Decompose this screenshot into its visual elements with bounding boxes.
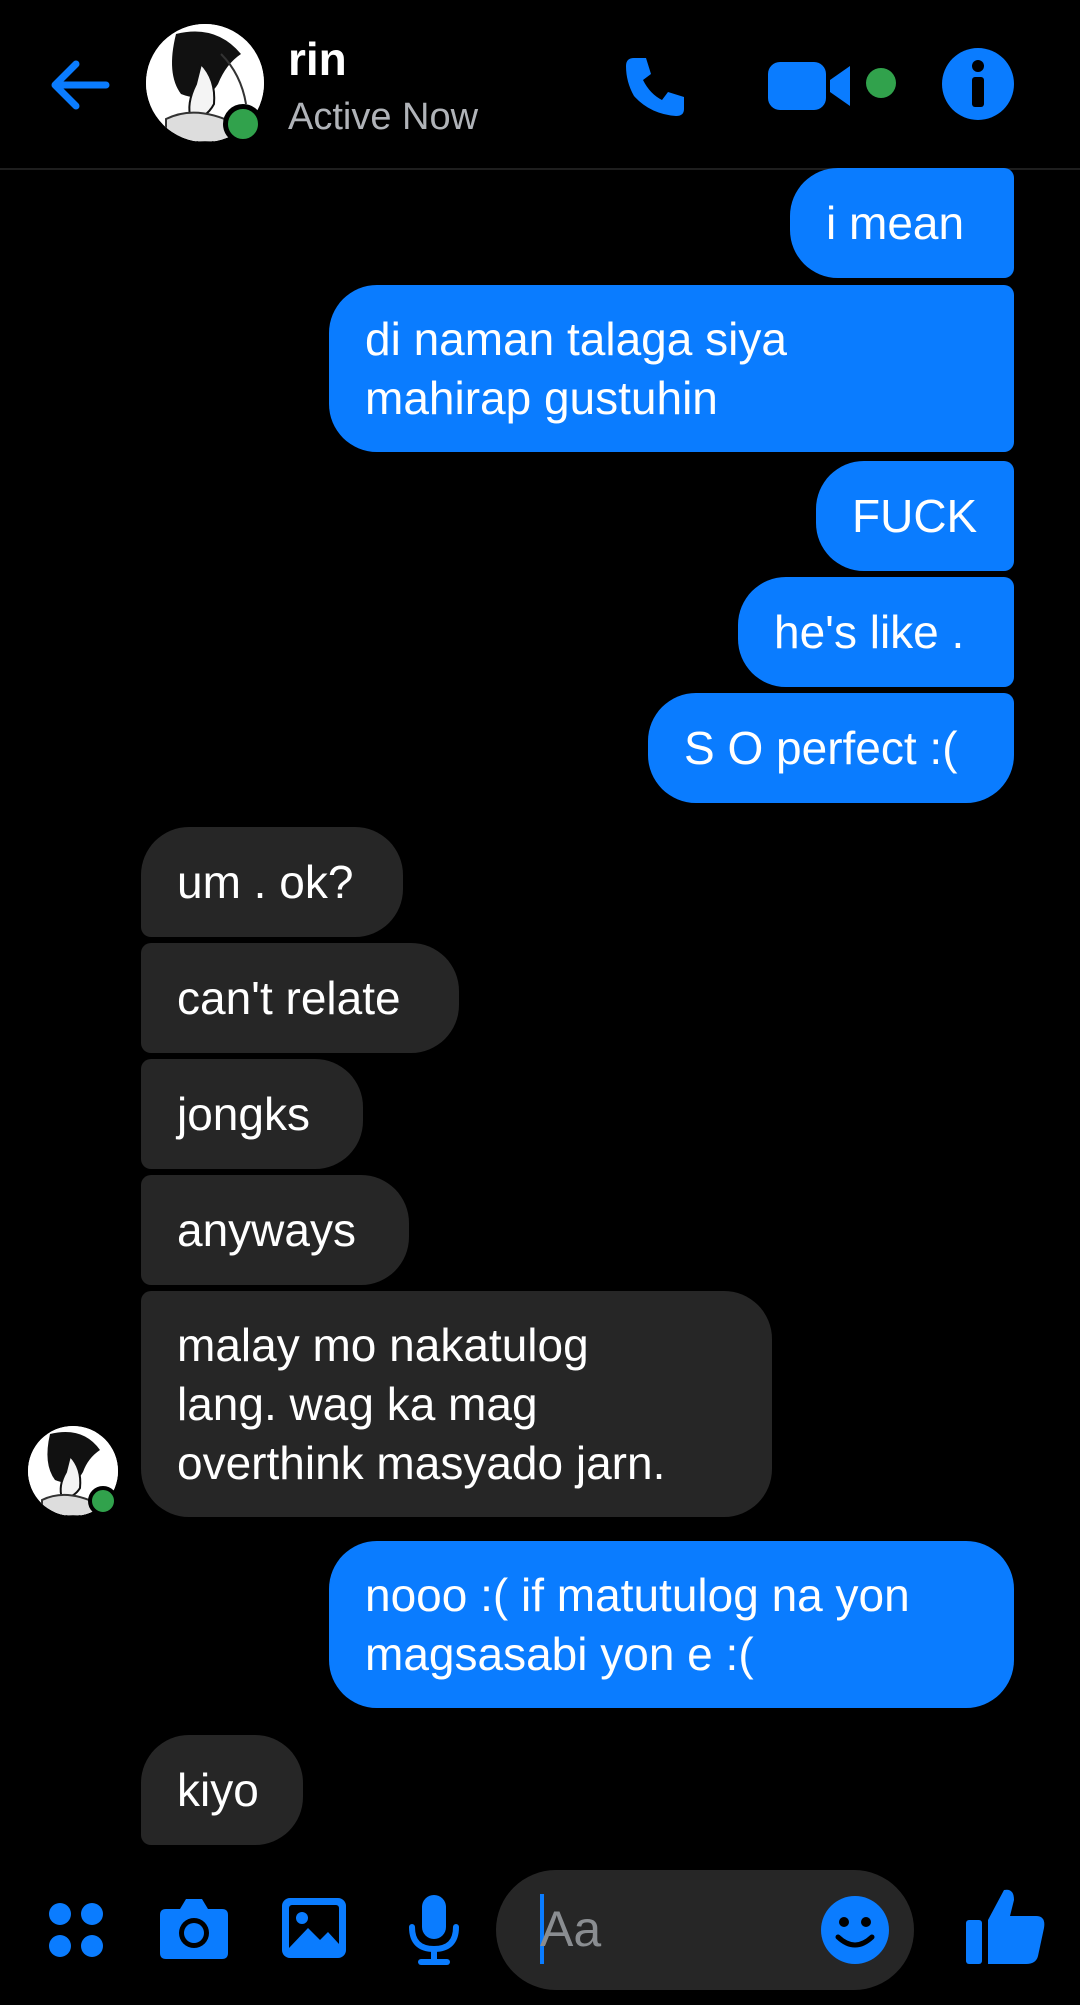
- thumbs-up-icon[interactable]: [964, 1884, 1048, 1968]
- emoji-icon[interactable]: [820, 1895, 890, 1965]
- message-bubble-incoming[interactable]: can't relate: [141, 943, 459, 1053]
- online-status-dot: [223, 104, 263, 144]
- phone-icon[interactable]: [620, 50, 692, 122]
- online-status-dot: [88, 1486, 118, 1516]
- camera-icon[interactable]: [158, 1895, 230, 1961]
- message-bubble-incoming[interactable]: anyways: [141, 1175, 409, 1285]
- chat-header: rin Active Now: [0, 0, 1080, 170]
- message-bubble-outgoing[interactable]: i mean: [790, 168, 1014, 278]
- microphone-icon[interactable]: [406, 1893, 462, 1967]
- message-bubble-outgoing[interactable]: he's like .: [738, 577, 1014, 687]
- message-bubble-incoming[interactable]: um . ok?: [141, 827, 403, 937]
- message-bubble-incoming[interactable]: jongks: [141, 1059, 363, 1169]
- message-bubble-outgoing[interactable]: FUCK: [816, 461, 1014, 571]
- video-camera-icon[interactable]: [766, 56, 856, 116]
- apps-grid-icon[interactable]: [46, 1900, 106, 1960]
- message-bubble-incoming[interactable]: malay mo nakatulog lang. wag ka mag over…: [141, 1291, 772, 1517]
- back-arrow-icon[interactable]: [44, 50, 114, 120]
- message-bubble-incoming[interactable]: kiyo: [141, 1735, 303, 1845]
- message-bubble-outgoing[interactable]: nooo :( if matutulog na yon magsasabi yo…: [329, 1541, 1014, 1708]
- message-bubble-outgoing[interactable]: di naman talaga siya mahirap gustuhin: [329, 285, 1014, 452]
- contact-name[interactable]: rin: [288, 32, 347, 86]
- message-bubble-outgoing[interactable]: S O perfect :(: [648, 693, 1014, 803]
- gallery-icon[interactable]: [280, 1896, 348, 1960]
- video-status-dot: [866, 68, 896, 98]
- info-icon[interactable]: [940, 46, 1016, 122]
- message-input[interactable]: [540, 1894, 790, 1964]
- active-status: Active Now: [288, 96, 479, 138]
